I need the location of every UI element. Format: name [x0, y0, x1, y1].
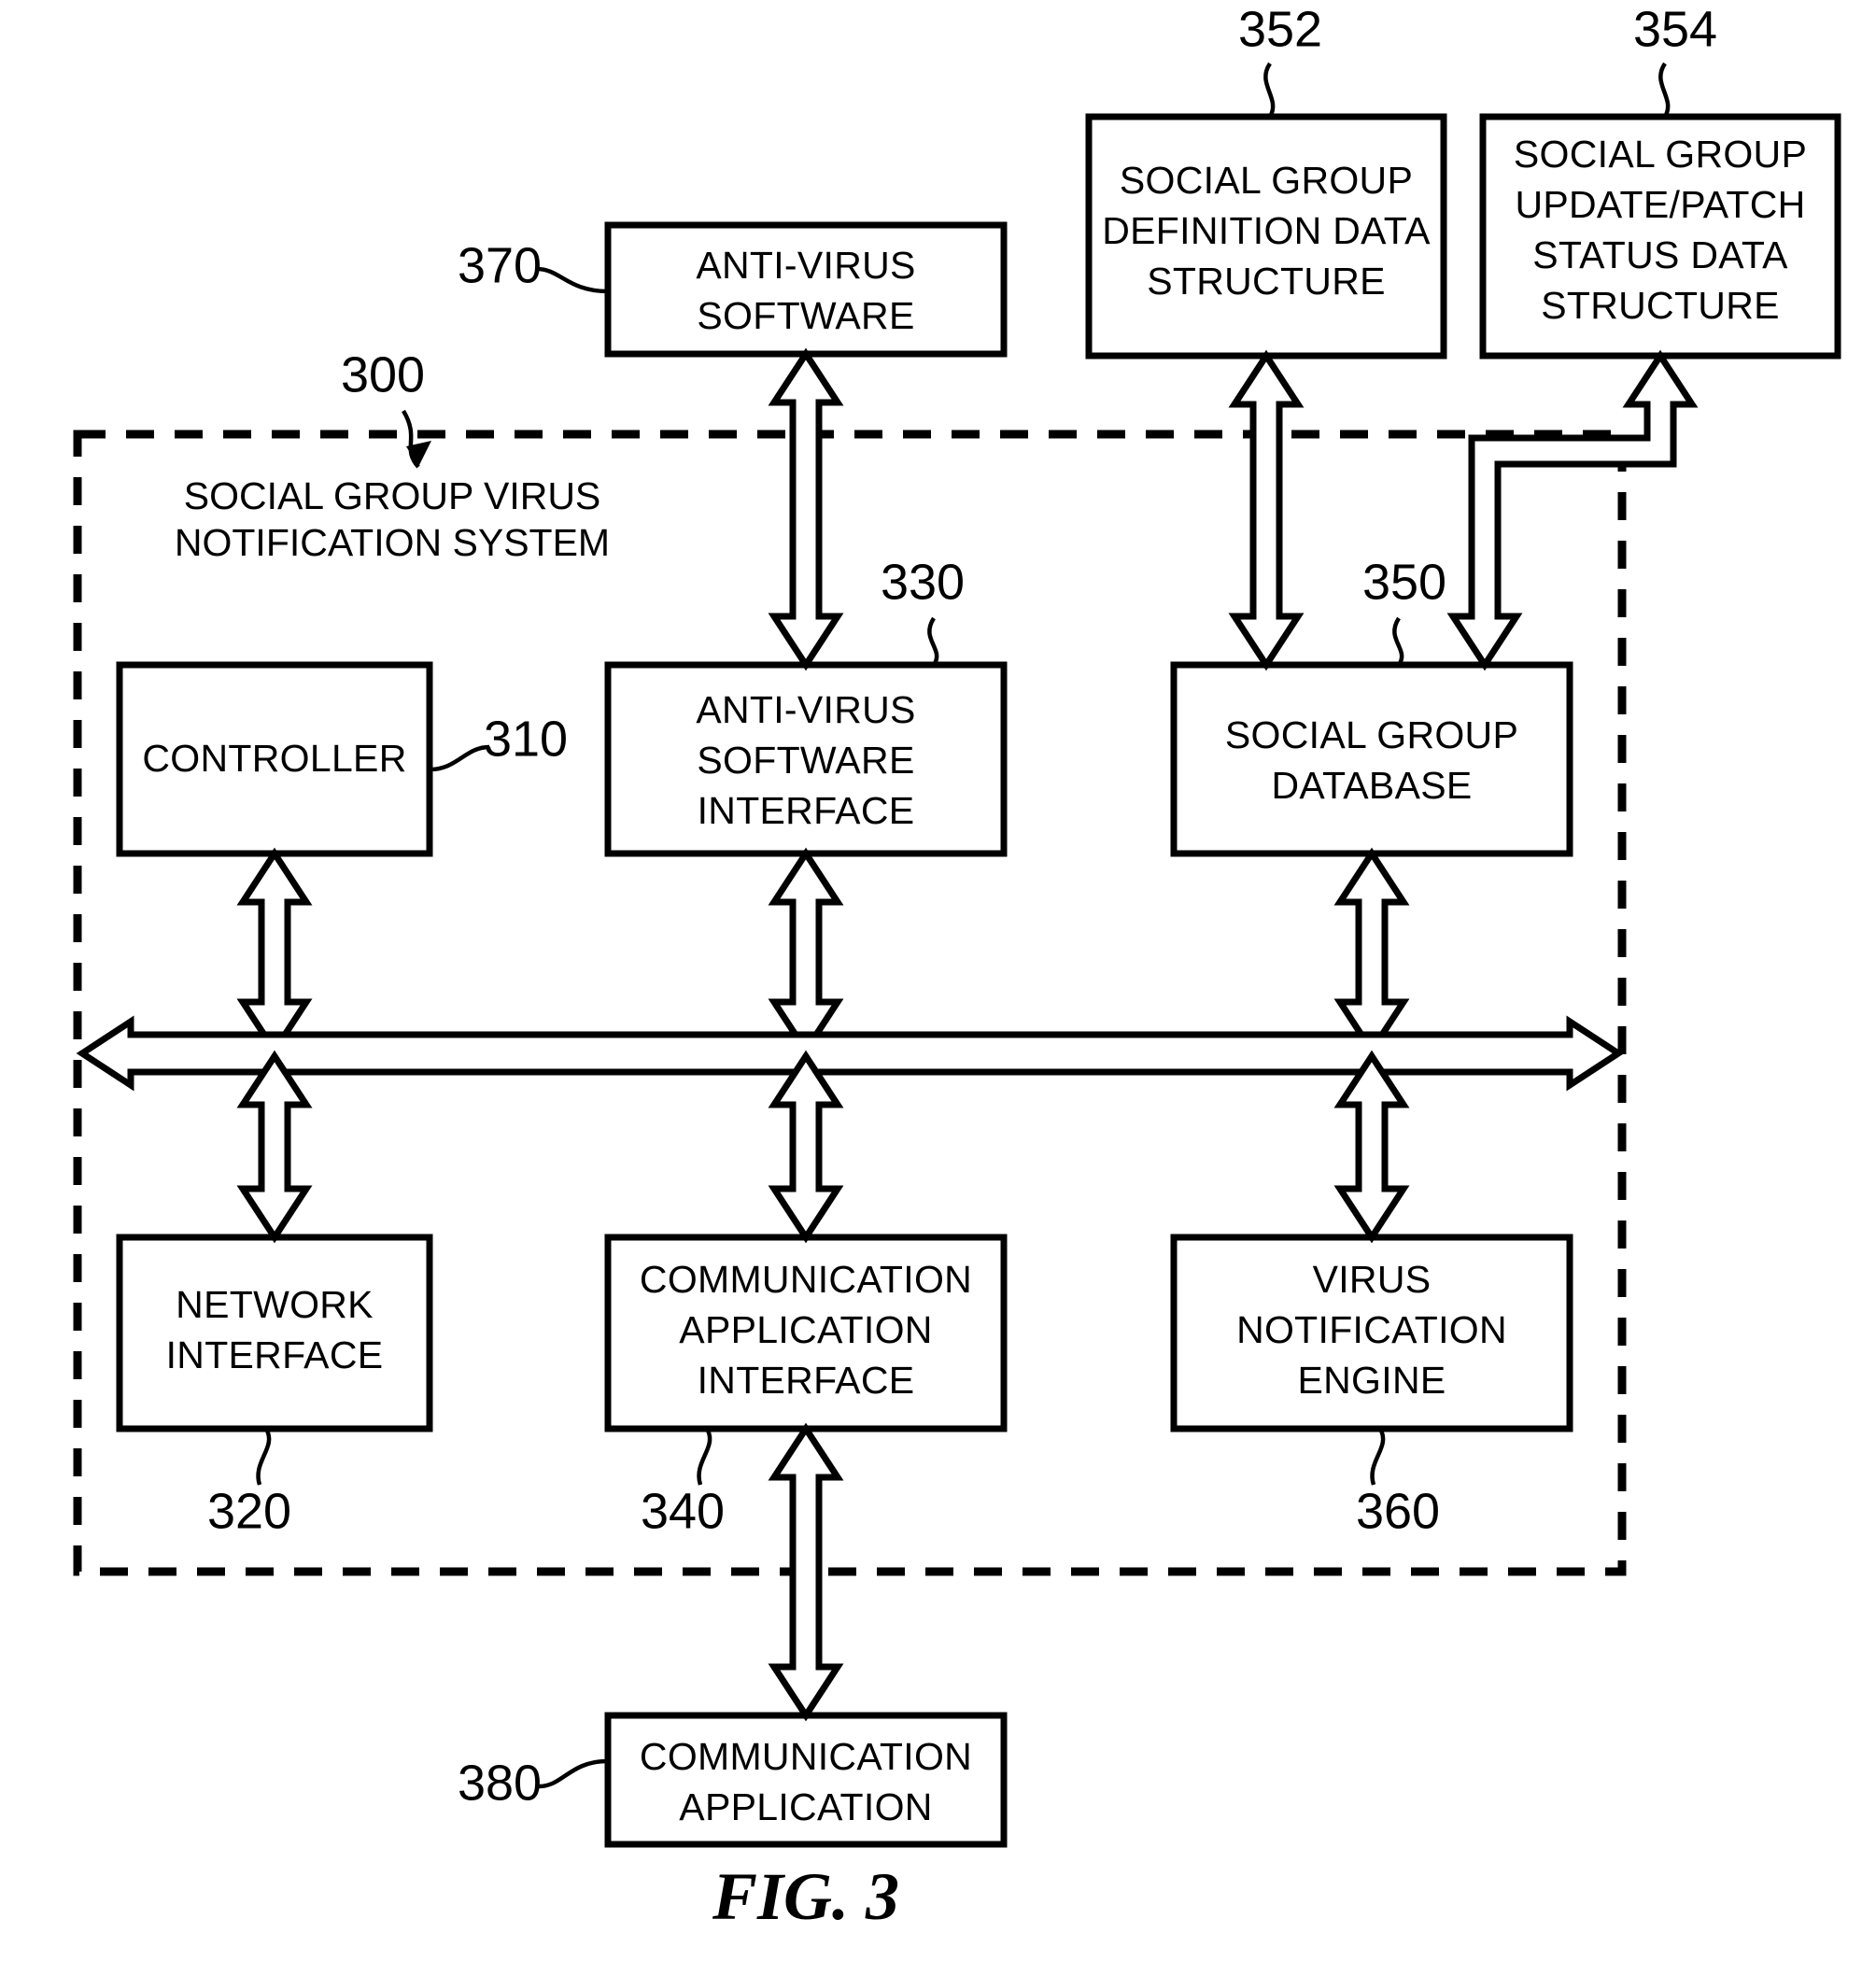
- ref-label-350: 350: [1362, 554, 1446, 610]
- box-sg-update-line2: UPDATE/PATCH: [1515, 183, 1805, 226]
- system-title-line1: SOCIAL GROUP VIRUS: [184, 474, 601, 517]
- box-social-group-database[interactable]: [1170, 661, 1573, 857]
- box-cai-line1: COMMUNICATION: [640, 1258, 972, 1301]
- ref-label-352: 352: [1238, 1, 1322, 57]
- arrow-controller-to-bus: [236, 847, 313, 1057]
- ref-label-300: 300: [341, 346, 425, 402]
- box-sg-update-line4: STRUCTURE: [1541, 284, 1780, 327]
- leader-line-330: [927, 616, 939, 667]
- leader-line-340: [697, 1427, 712, 1486]
- box-sg-update-line3: STATUS DATA: [1532, 233, 1788, 276]
- leader-line-310: [429, 744, 490, 772]
- box-network-interface-line1: NETWORK: [176, 1283, 374, 1326]
- box-anti-virus-software-line2: SOFTWARE: [697, 294, 914, 337]
- box-vne-line3: ENGINE: [1298, 1359, 1446, 1402]
- ref-label-354: 354: [1633, 1, 1717, 57]
- ref-label-320: 320: [207, 1483, 291, 1539]
- box-avsi-line2: SOFTWARE: [697, 739, 914, 782]
- ref-label-360: 360: [1356, 1483, 1440, 1539]
- arrow-sg-update-patch-to-database: [1446, 349, 1699, 671]
- arrow-sg-definition-to-database: [1228, 349, 1305, 671]
- box-avsi-line1: ANTI-VIRUS: [696, 688, 915, 731]
- ref-label-380: 380: [458, 1755, 542, 1811]
- box-sg-definition-line3: STRUCTURE: [1147, 260, 1386, 303]
- arrow-bus-to-network-interface: [236, 1050, 313, 1244]
- ref-label-340: 340: [641, 1483, 725, 1539]
- ref-label-310: 310: [484, 711, 568, 767]
- patent-figure-3: SOCIAL GROUP VIRUS NOTIFICATION SYSTEM 3…: [0, 0, 1876, 1961]
- box-sg-database-line1: SOCIAL GROUP: [1225, 713, 1518, 756]
- box-cai-line2: APPLICATION: [679, 1308, 932, 1351]
- box-vne-line2: NOTIFICATION: [1236, 1308, 1507, 1351]
- arrow-anti-virus-software-to-interface: [768, 347, 844, 671]
- leader-line-360: [1370, 1427, 1386, 1486]
- box-vne-line1: VIRUS: [1313, 1258, 1432, 1301]
- arrow-avsi-to-bus: [768, 847, 844, 1057]
- box-comm-app-line1: COMMUNICATION: [640, 1735, 972, 1778]
- arrow-bus-to-comm-app-interface: [768, 1050, 844, 1244]
- box-cai-line3: INTERFACE: [698, 1359, 915, 1402]
- leader-line-354: [1658, 62, 1671, 119]
- ref-label-330: 330: [881, 554, 965, 610]
- arrow-bus-to-virus-notification-engine: [1333, 1050, 1410, 1244]
- leader-line-370: [536, 266, 609, 294]
- figure-caption: FIG. 3: [712, 1859, 899, 1934]
- box-sg-update-line1: SOCIAL GROUP: [1514, 133, 1807, 176]
- leader-line-320: [256, 1427, 272, 1486]
- box-controller-line1: CONTROLLER: [142, 737, 406, 780]
- leader-line-352: [1263, 62, 1276, 119]
- arrow-sg-database-to-bus: [1333, 847, 1410, 1057]
- box-comm-app-line2: APPLICATION: [679, 1785, 932, 1828]
- box-network-interface-line2: INTERFACE: [166, 1333, 384, 1376]
- leader-line-380: [538, 1758, 609, 1789]
- diagram-canvas: SOCIAL GROUP VIRUS NOTIFICATION SYSTEM 3…: [73, 1, 1841, 1934]
- box-sg-definition-line1: SOCIAL GROUP: [1120, 159, 1413, 202]
- system-title-line2: NOTIFICATION SYSTEM: [175, 521, 610, 564]
- leader-line-350: [1392, 616, 1404, 667]
- box-anti-virus-software-line1: ANTI-VIRUS: [696, 244, 915, 287]
- box-sg-definition-line2: DEFINITION DATA: [1102, 209, 1431, 252]
- box-avsi-line3: INTERFACE: [698, 789, 915, 832]
- box-sg-database-line2: DATABASE: [1271, 764, 1472, 807]
- ref-label-370: 370: [458, 237, 542, 293]
